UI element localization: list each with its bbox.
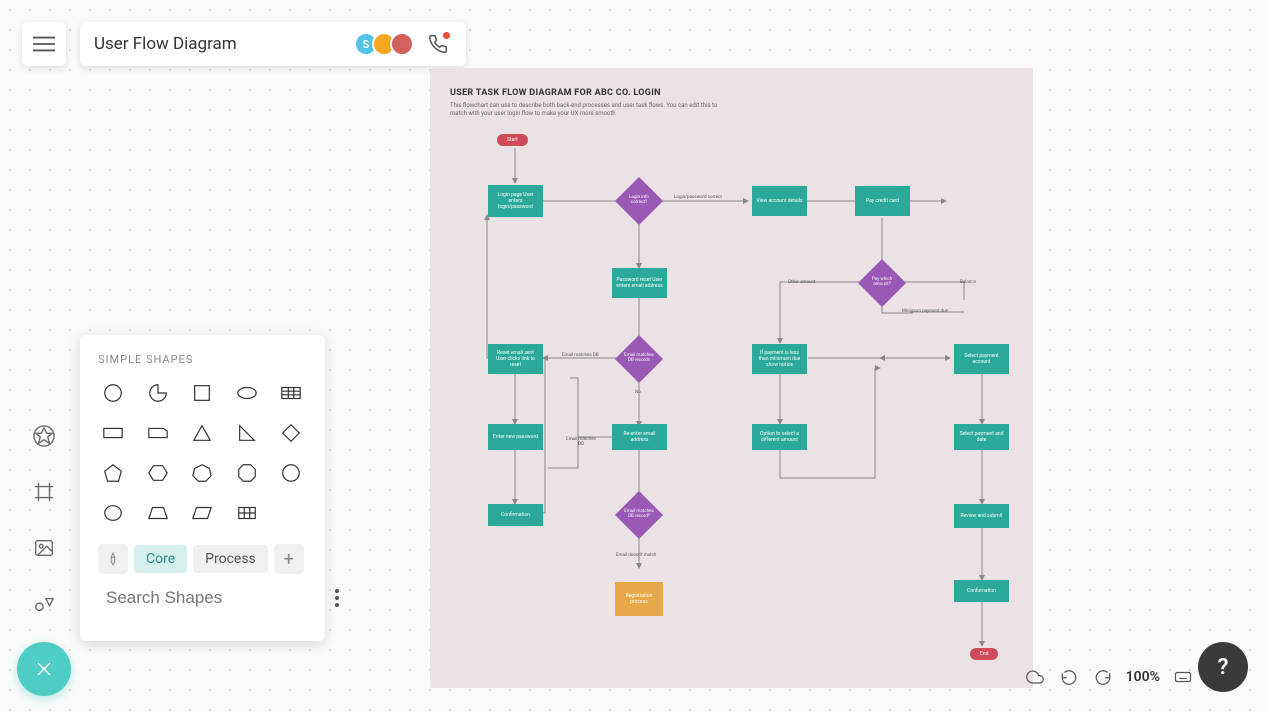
node-review-submit[interactable]: Review and submit (954, 504, 1009, 528)
zoom-level[interactable]: 100% (1126, 669, 1160, 685)
shape-trapezoid[interactable] (143, 500, 173, 526)
shape-heptagon[interactable] (187, 460, 217, 486)
search-input[interactable] (106, 588, 327, 608)
image-tool[interactable] (26, 530, 62, 566)
label-no-match: Email doesn't match (616, 553, 656, 558)
keyboard-shortcuts-button[interactable] (1172, 666, 1194, 688)
label-no: No (635, 390, 641, 395)
shape-nonagon[interactable] (276, 460, 306, 486)
title-bar: User Flow Diagram S (80, 22, 466, 66)
cloud-sync-icon[interactable] (1024, 666, 1046, 688)
shape-grid-table[interactable] (276, 380, 306, 406)
label-email-matches-2: Email matches DB (566, 437, 596, 447)
diagram-canvas[interactable]: USER TASK FLOW DIAGRAM FOR ABC CO. LOGIN… (430, 68, 1033, 688)
node-payment-less[interactable]: If payment is less than minimum due show… (752, 344, 807, 374)
shapes-panel: SIMPLE SHAPES Core Process + (80, 335, 325, 641)
shape-arc[interactable] (143, 380, 173, 406)
shape-diamond[interactable] (276, 420, 306, 446)
shape-library-tabs: Core Process + (98, 544, 307, 574)
document-title[interactable]: User Flow Diagram (94, 34, 360, 54)
connectors (430, 68, 1033, 688)
redo-button[interactable] (1092, 666, 1114, 688)
node-registration[interactable]: Registration process (615, 582, 663, 616)
node-new-password[interactable]: Enter new password (488, 424, 543, 450)
frame-tool[interactable] (26, 474, 62, 510)
pin-library-button[interactable] (98, 544, 128, 574)
node-confirmation-2[interactable]: Confirmation (954, 580, 1009, 602)
shape-ellipse[interactable] (232, 380, 262, 406)
call-button[interactable] (424, 30, 452, 58)
node-reenter-email[interactable]: Re-enter email address (612, 424, 667, 450)
panel-section-title: SIMPLE SHAPES (98, 353, 307, 366)
node-pay-credit[interactable]: Pay credit card (855, 186, 910, 216)
shape-parallelogram[interactable] (187, 500, 217, 526)
avatar-user-3[interactable] (390, 32, 414, 56)
diagram-title: USER TASK FLOW DIAGRAM FOR ABC CO. LOGIN (450, 88, 730, 98)
shape-grid (98, 380, 307, 526)
shape-right-triangle[interactable] (232, 420, 262, 446)
panel-more-menu[interactable] (335, 589, 339, 607)
node-select-payment[interactable]: Select payment account (954, 344, 1009, 374)
shape-rectangle[interactable] (98, 420, 128, 446)
tab-core[interactable]: Core (134, 545, 187, 573)
hamburger-menu[interactable] (22, 22, 66, 66)
shape-hexagon[interactable] (143, 460, 173, 486)
label-login-correct: Login/password correct (674, 195, 722, 200)
help-button[interactable]: ? (1198, 642, 1248, 692)
tab-process[interactable]: Process (193, 545, 268, 573)
node-start[interactable]: Start (497, 134, 528, 146)
node-email-matches-2[interactable]: Email matches DB record? (622, 498, 656, 532)
label-other-amount: Other amount (788, 280, 815, 285)
close-panel-button[interactable] (17, 642, 71, 696)
diagram-subtitle: This flowchart can use to describe both … (450, 102, 730, 118)
node-login-page[interactable]: Login page User enters login/password (488, 185, 543, 217)
node-password-reset[interactable]: Password reset User enters email address (612, 268, 667, 298)
collaborator-avatars: S (360, 32, 414, 56)
bottom-controls: 100% (1024, 666, 1194, 688)
shape-cylinder-top[interactable] (98, 500, 128, 526)
undo-button[interactable] (1058, 666, 1080, 688)
shape-square[interactable] (187, 380, 217, 406)
label-min-payment: Minimum payment due (902, 309, 948, 314)
search-row (98, 588, 307, 608)
node-reset-email[interactable]: Reset email sent User clicks link to res… (488, 344, 543, 374)
shape-triangle[interactable] (187, 420, 217, 446)
label-email-matches: Email matches DB (562, 353, 599, 358)
node-option-select[interactable]: Option to select a different amount (752, 424, 807, 450)
shape-card[interactable] (143, 420, 173, 446)
shape-table[interactable] (232, 500, 262, 526)
node-end[interactable]: End (970, 648, 998, 660)
add-library-button[interactable]: + (274, 544, 304, 574)
shapes-tool[interactable] (26, 418, 62, 454)
shape-circle[interactable] (98, 380, 128, 406)
node-login-match[interactable]: Login info correct? (622, 184, 656, 218)
node-email-matches[interactable]: Email matches DB records (622, 342, 656, 376)
node-view-account[interactable]: View account details (752, 186, 807, 216)
shape-octagon[interactable] (232, 460, 262, 486)
node-confirmation[interactable]: Confirmation (488, 504, 543, 526)
notification-dot (443, 32, 450, 39)
shape-pentagon[interactable] (98, 460, 128, 486)
label-balance: Balance (960, 280, 976, 285)
node-select-date[interactable]: Select payment and date (954, 424, 1009, 450)
freehand-tool[interactable] (26, 586, 62, 622)
node-pay-which[interactable]: Pay which amount? (865, 266, 899, 300)
